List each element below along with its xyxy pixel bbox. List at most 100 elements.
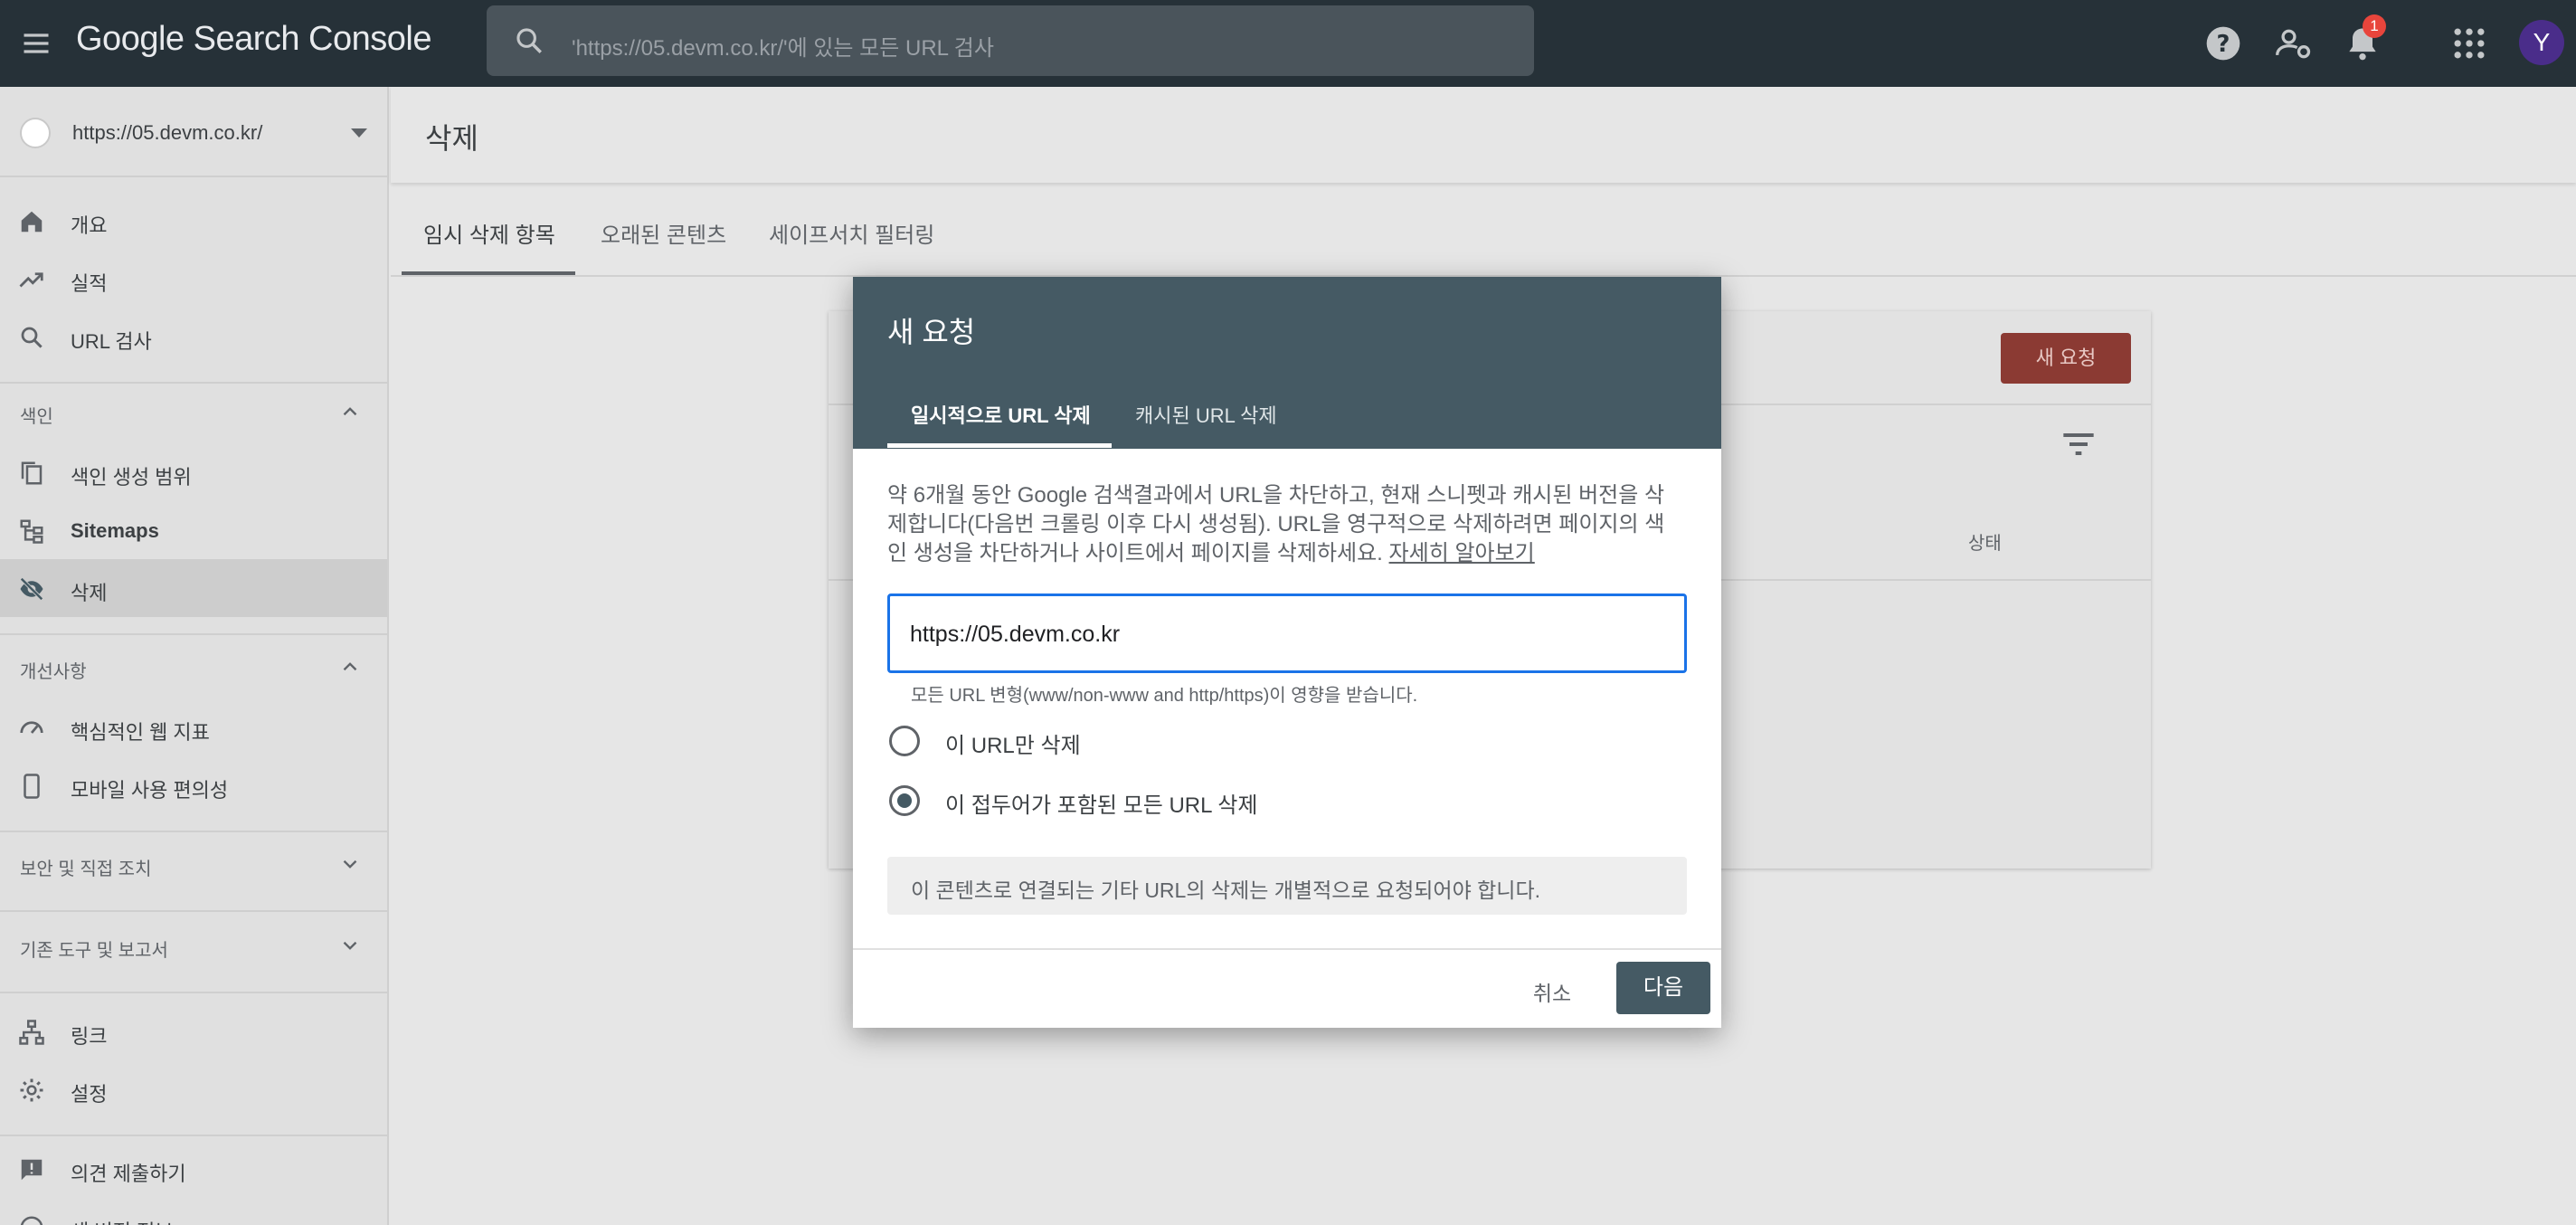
property-selector[interactable]: https://05.devm.co.kr/ <box>0 87 387 177</box>
property-url: https://05.devm.co.kr/ <box>72 121 263 144</box>
sidebar-item-whats-new[interactable]: 새 버전 정보 <box>0 1198 387 1225</box>
description-text: 약 6개월 동안 Google 검색결과에서 URL을 차단하고, 현재 스니펫… <box>887 483 1665 565</box>
sidebar-item-removals[interactable]: 삭제 <box>0 559 387 617</box>
sidebar-item-label: 새 버전 정보 <box>71 1216 173 1225</box>
tab-temporary-removals[interactable]: 임시 삭제 항목 <box>423 217 555 249</box>
sidebar-item-mobile-usability[interactable]: 모바일 사용 편의성 <box>0 756 387 814</box>
active-tab-indicator <box>402 271 575 275</box>
sidebar-item-sitemaps[interactable]: Sitemaps <box>0 501 387 559</box>
help-icon[interactable]: ? <box>2203 24 2243 63</box>
tab-clear-cached-url[interactable]: 캐시된 URL 삭제 <box>1135 400 1277 429</box>
account-avatar[interactable]: Y <box>2519 20 2564 65</box>
tab-temporarily-remove-url[interactable]: 일시적으로 URL 삭제 <box>911 400 1091 429</box>
sidebar-item-label: 모바일 사용 편의성 <box>71 779 229 802</box>
search-icon <box>21 327 43 348</box>
sidebar-divider <box>0 831 387 832</box>
caret-down-icon <box>351 128 367 138</box>
section-title: 기존 도구 및 보고서 <box>20 941 168 961</box>
section-title: 보안 및 직접 조치 <box>20 859 152 879</box>
url-input[interactable] <box>910 616 1652 652</box>
sidebar-divider <box>0 910 387 912</box>
dialog-footer-divider <box>853 948 1721 950</box>
dialog-description: 약 6개월 동안 Google 검색결과에서 URL을 차단하고, 현재 스니펫… <box>887 481 1683 568</box>
search-placeholder: 'https://05.devm.co.kr/'에 있는 모든 URL 검사 <box>572 36 994 61</box>
sidebar-item-label: 링크 <box>71 1025 108 1048</box>
copy-icon <box>21 461 43 485</box>
sidebar-section-index[interactable]: 색인 <box>0 384 387 438</box>
sidebar-item-label: 의견 제출하기 <box>71 1163 186 1185</box>
globe-icon <box>20 118 51 148</box>
feedback-icon <box>21 1159 43 1181</box>
dialog-header: 새 요청 일시적으로 URL 삭제 캐시된 URL 삭제 <box>853 277 1721 449</box>
url-inspect-search[interactable]: 'https://05.devm.co.kr/'에 있는 모든 URL 검사 <box>487 5 1534 76</box>
radio-remove-this-url-only[interactable] <box>889 726 920 756</box>
chevron-up-icon <box>343 662 357 671</box>
app-logo[interactable]: Google Search Console <box>76 20 431 59</box>
manage-users-icon[interactable] <box>2274 24 2314 63</box>
sidebar-item-overview[interactable]: 개요 <box>0 192 387 250</box>
settings-icon <box>20 1078 43 1102</box>
sidebar-section-legacy[interactable]: 기존 도구 및 보고서 <box>0 917 387 972</box>
phone-icon <box>24 774 40 799</box>
section-title: 개선사항 <box>20 662 87 682</box>
notification-badge: 1 <box>2363 14 2386 38</box>
sitemap-icon <box>20 519 43 544</box>
sidebar-item-label: 개요 <box>71 214 108 237</box>
sidebar-item-label: 색인 생성 범위 <box>71 466 192 489</box>
new-request-button[interactable]: 새 요청 <box>2001 333 2131 384</box>
trending-up-icon <box>19 272 43 288</box>
links-icon <box>19 1020 44 1045</box>
sidebar-section-security[interactable]: 보안 및 직접 조치 <box>0 836 387 890</box>
sidebar-item-core-web-vitals[interactable]: 핵심적인 웹 지표 <box>0 698 387 756</box>
url-variants-hint: 모든 URL 변형(www/non-www and http/https)이 영… <box>911 686 1418 706</box>
learn-more-link[interactable]: 자세히 알아보기 <box>1389 541 1535 565</box>
active-tab-indicator <box>887 443 1112 448</box>
sidebar-item-label: 핵심적인 웹 지표 <box>71 721 210 744</box>
chevron-up-icon <box>343 407 357 416</box>
radio-remove-all-with-prefix[interactable] <box>889 785 920 816</box>
sidebar: https://05.devm.co.kr/ 개요 실적 URL 검사 색인 색… <box>0 87 389 1225</box>
next-button[interactable]: 다음 <box>1616 962 1710 1014</box>
sidebar-item-url-inspection[interactable]: URL 검사 <box>0 308 387 366</box>
sidebar-item-settings[interactable]: 설정 <box>0 1060 387 1118</box>
sidebar-item-label: Sitemaps <box>71 519 159 542</box>
filter-icon[interactable] <box>2060 431 2097 458</box>
dialog-title: 새 요청 <box>887 316 976 348</box>
tab-safesearch-filtering[interactable]: 세이프서치 필터링 <box>769 217 934 249</box>
menu-icon[interactable] <box>20 27 52 60</box>
removals-tabs: 임시 삭제 항목 오래된 콘텐츠 세이프서치 필터링 <box>391 183 2576 277</box>
sidebar-item-label: URL 검사 <box>71 330 152 353</box>
info-note: 이 콘텐츠로 연결되는 기타 URL의 삭제는 개별적으로 요청되어야 합니다. <box>887 857 1687 915</box>
sidebar-item-coverage[interactable]: 색인 생성 범위 <box>0 443 387 501</box>
new-request-dialog: 새 요청 일시적으로 URL 삭제 캐시된 URL 삭제 약 6개월 동안 Go… <box>853 277 1721 1028</box>
tab-outdated-content[interactable]: 오래된 콘텐츠 <box>601 217 726 249</box>
page-title: 삭제 <box>425 122 478 155</box>
sidebar-divider <box>0 992 387 993</box>
info-icon <box>20 1216 43 1225</box>
sidebar-item-links[interactable]: 링크 <box>0 1002 387 1060</box>
apps-grid-icon[interactable] <box>2449 24 2489 63</box>
sidebar-item-label: 삭제 <box>71 582 108 604</box>
top-app-bar: Google Search Console 'https://05.devm.c… <box>0 0 2576 87</box>
speed-gauge-icon <box>20 721 43 734</box>
sidebar-item-label: 실적 <box>71 272 108 295</box>
chevron-down-icon <box>343 859 357 869</box>
svg-text:?: ? <box>2217 31 2230 58</box>
sidebar-item-label: 설정 <box>71 1083 108 1106</box>
chevron-down-icon <box>343 941 357 950</box>
cancel-button[interactable]: 취소 <box>1520 973 1584 1013</box>
home-icon <box>21 211 43 233</box>
radio-label[interactable]: 이 접두어가 포함된 모든 URL 삭제 <box>945 787 1257 819</box>
url-input-field[interactable] <box>887 594 1687 673</box>
sidebar-item-feedback[interactable]: 의견 제출하기 <box>0 1140 387 1198</box>
sidebar-divider <box>0 633 387 635</box>
search-icon <box>516 28 542 53</box>
sidebar-section-enhancements[interactable]: 개선사항 <box>0 639 387 693</box>
radio-label[interactable]: 이 URL만 삭제 <box>945 727 1081 759</box>
sidebar-item-performance[interactable]: 실적 <box>0 250 387 308</box>
note-text: 이 콘텐츠로 연결되는 기타 URL의 삭제는 개별적으로 요청되어야 합니다. <box>911 878 1541 902</box>
status-column-header: 상태 <box>1968 534 2002 554</box>
eye-off-icon <box>20 577 43 601</box>
page-header: 삭제 <box>391 87 2576 183</box>
section-title: 색인 <box>20 407 53 427</box>
